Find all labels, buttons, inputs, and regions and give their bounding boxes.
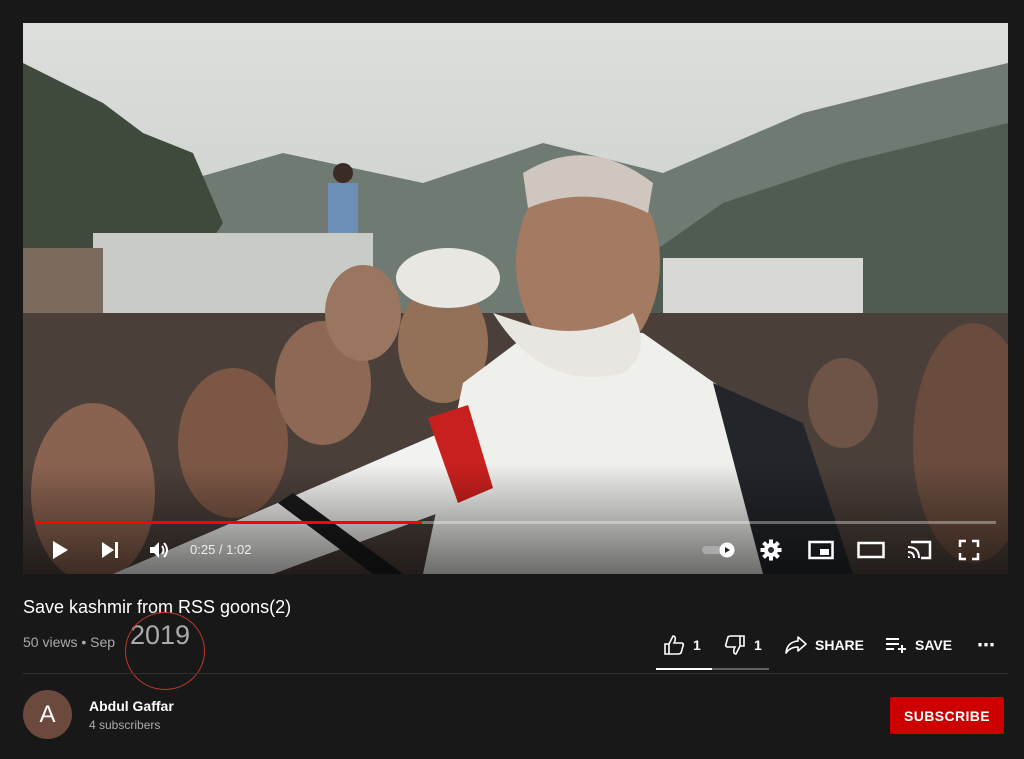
autoplay-toggle[interactable] — [700, 535, 738, 565]
channel-avatar[interactable]: A — [23, 690, 72, 739]
fullscreen-button[interactable] — [955, 535, 983, 565]
share-label: SHARE — [815, 637, 865, 653]
miniplayer-icon — [808, 540, 834, 560]
theater-mode-icon — [857, 541, 885, 559]
more-icon: ⋯ — [977, 634, 995, 655]
progress-bar[interactable] — [35, 521, 996, 524]
dislike-button[interactable]: 1 — [724, 634, 762, 656]
view-count-date: 50 views • Sep — [23, 634, 116, 650]
divider — [23, 673, 1008, 674]
play-button[interactable] — [47, 535, 73, 565]
like-button[interactable]: 1 — [663, 634, 701, 656]
settings-button[interactable] — [758, 535, 784, 565]
sentiment-bar-fill — [656, 668, 712, 670]
fullscreen-icon — [958, 539, 980, 561]
thumbs-up-icon — [664, 635, 685, 655]
cast-button[interactable] — [904, 535, 934, 565]
miniplayer-button[interactable] — [806, 535, 836, 565]
subscribe-button[interactable]: SUBSCRIBE — [890, 697, 1004, 734]
next-icon — [102, 542, 118, 558]
cast-icon — [907, 540, 932, 560]
play-icon — [53, 541, 68, 559]
mute-button[interactable] — [147, 535, 173, 565]
add-to-playlist-icon — [886, 638, 906, 653]
thumbs-down-icon — [724, 635, 745, 655]
more-actions-button[interactable]: ⋯ — [977, 634, 995, 656]
theater-mode-button[interactable] — [856, 535, 886, 565]
autoplay-toggle-icon — [702, 542, 735, 558]
save-label: SAVE — [915, 637, 953, 653]
dislike-count: 1 — [754, 637, 762, 653]
subscriber-count: 4 subscribers — [89, 718, 161, 732]
video-player[interactable]: 0:25 / 1:02 — [23, 23, 1008, 574]
next-button[interactable] — [97, 535, 123, 565]
settings-icon — [760, 539, 782, 561]
save-button[interactable]: SAVE — [885, 634, 952, 656]
share-icon — [785, 636, 807, 654]
volume-icon — [150, 542, 168, 558]
like-count: 1 — [693, 637, 701, 653]
share-button[interactable]: SHARE — [785, 634, 864, 656]
time-display: 0:25 / 1:02 — [190, 542, 252, 557]
sentiment-bar — [656, 668, 769, 670]
channel-name[interactable]: Abdul Gaffar — [89, 698, 174, 714]
highlight-circle — [125, 612, 205, 690]
progress-played — [35, 521, 423, 524]
